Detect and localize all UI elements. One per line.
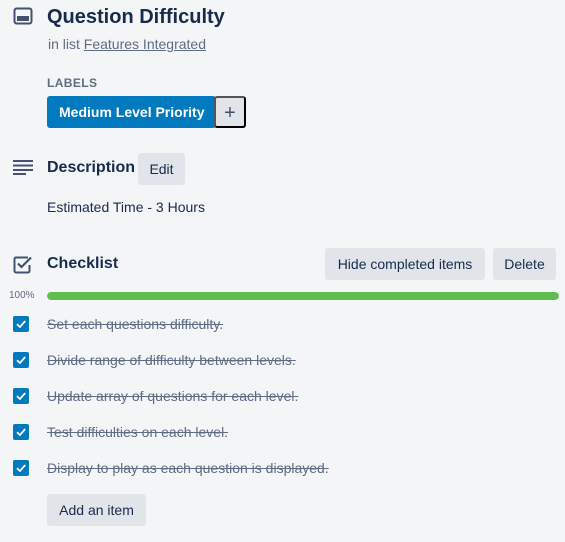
checklist-item-text[interactable]: Divide range of difficulty between level… — [47, 351, 296, 369]
card-icon — [13, 7, 33, 25]
checklist-item[interactable]: Display to play as each question is disp… — [0, 451, 565, 487]
checkmark-icon — [16, 356, 26, 365]
checklist-checkbox-icon — [13, 255, 33, 274]
labels-heading: LABELS — [47, 76, 98, 90]
description-heading: Description — [47, 159, 136, 176]
checklist-item-text[interactable]: Set each questions difficulty. — [47, 315, 223, 333]
checklist-item[interactable]: Set each questions difficulty. — [0, 307, 565, 343]
checkmark-icon — [16, 428, 26, 437]
progress-bar — [47, 292, 559, 300]
checklist-item-text[interactable]: Test difficulties on each level. — [47, 423, 228, 441]
description-lines-icon — [13, 159, 33, 175]
add-checklist-item-button[interactable]: Add an item — [47, 494, 146, 526]
checkmark-icon — [16, 392, 26, 401]
checkbox-checked[interactable] — [13, 352, 29, 368]
progress-percentage: 100% — [9, 290, 35, 301]
in-list-prefix: in list — [48, 36, 80, 52]
hide-completed-items-button[interactable]: Hide completed items — [325, 248, 485, 280]
checklist-heading[interactable]: Checklist — [47, 254, 118, 274]
description-text[interactable]: Estimated Time - 3 Hours — [47, 198, 205, 216]
checkbox-checked[interactable] — [13, 316, 29, 332]
list-link[interactable]: Features Integrated — [84, 36, 206, 52]
card-title[interactable]: Question Difficulty — [47, 4, 225, 30]
plus-icon: + — [224, 102, 236, 124]
checkbox-checked[interactable] — [13, 460, 29, 476]
checklist-item[interactable]: Divide range of difficulty between level… — [0, 343, 565, 379]
checklist-item-text[interactable]: Display to play as each question is disp… — [47, 459, 329, 477]
checklist-item[interactable]: Test difficulties on each level. — [0, 415, 565, 451]
progress-bar-fill — [47, 292, 559, 300]
label-chip-medium-level-priority[interactable]: Medium Level Priority — [47, 96, 217, 128]
checkmark-icon — [16, 464, 26, 473]
in-list-text: in list Features Integrated — [48, 35, 206, 53]
edit-description-button[interactable]: Edit — [138, 153, 185, 185]
checkmark-icon — [16, 320, 26, 329]
checkbox-checked[interactable] — [13, 388, 29, 404]
checkbox-checked[interactable] — [13, 424, 29, 440]
checklist-item-text[interactable]: Update array of questions for each level… — [47, 387, 298, 405]
delete-checklist-button[interactable]: Delete — [493, 248, 556, 280]
add-label-button[interactable]: + — [214, 96, 246, 128]
checklist-item[interactable]: Update array of questions for each level… — [0, 379, 565, 415]
